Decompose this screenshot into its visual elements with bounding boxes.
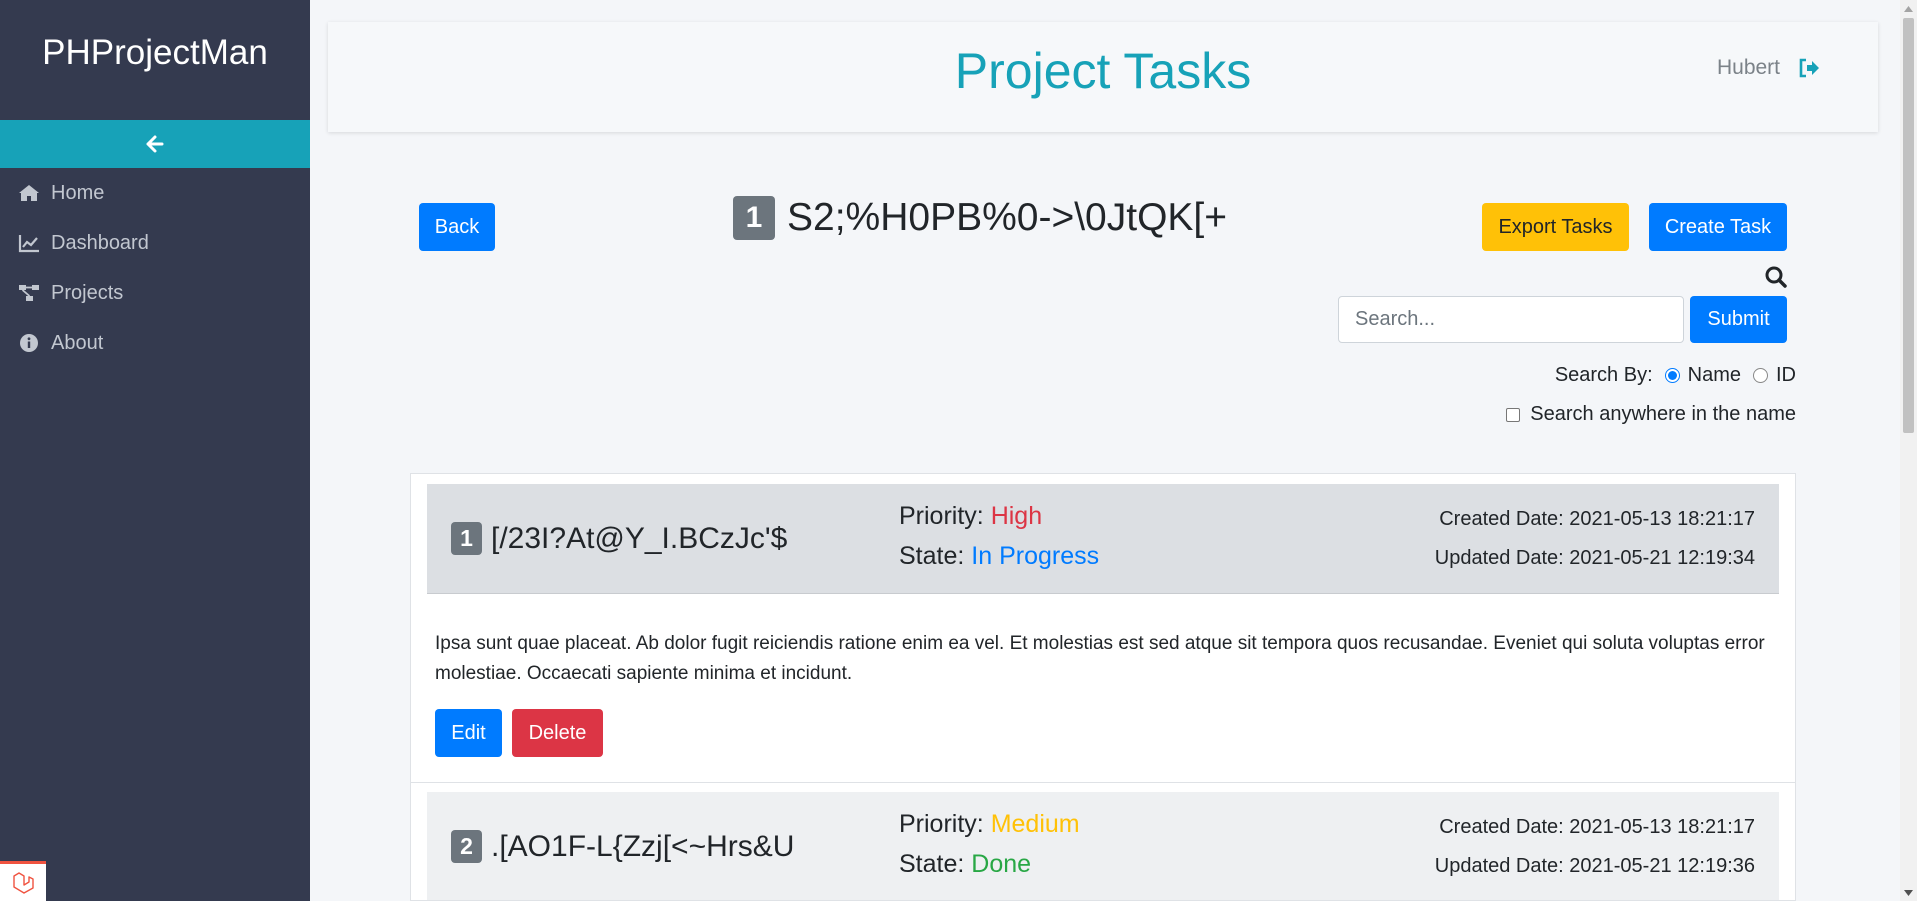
task-name: .[AO1F-L{Zzj[<~Hrs&U [491,829,795,863]
search-icon [1765,266,1787,288]
sidebar-item-about[interactable]: About [0,318,310,368]
task-name: [/23I?At@Y_I.BCzJc'$ [491,521,788,555]
project-title: 1 S2;%H0PB%0->\0JtQK[+ [733,196,1227,240]
export-tasks-button[interactable]: Export Tasks [1482,203,1629,251]
task-created-date: Created Date: 2021-05-13 18:21:17 [1439,816,1755,838]
task-priority-row: Priority: Medium [899,804,1080,844]
task-state: Done [971,850,1032,878]
laravel-debugbar-icon[interactable] [0,861,46,901]
search-input[interactable] [1338,296,1684,343]
task-header[interactable]: 2 .[AO1F-L{Zzj[<~Hrs&U Priority: Medium … [427,792,1779,900]
task-title: 1 [/23I?At@Y_I.BCzJc'$ [451,484,787,593]
search-anywhere-row: Search anywhere in the name [1506,403,1796,426]
project-id-badge: 1 [733,196,775,240]
task-created-date: Created Date: 2021-05-13 18:21:17 [1439,508,1755,530]
priority-label: Priority: [899,810,984,838]
task-state-row: State: Done [899,844,1080,884]
task-id-badge: 2 [451,830,482,863]
sidebar: PHProjectMan Home Dashboard Projects Abo… [0,0,310,901]
page-scrollbar[interactable] [1900,0,1917,901]
scrollbar-thumb[interactable] [1903,18,1914,433]
task-priority: High [990,502,1043,530]
search-submit-button[interactable]: Submit [1690,296,1787,343]
search-anywhere-label: Search anywhere in the name [1530,403,1796,425]
sidebar-collapse-button[interactable] [0,120,310,168]
user-name: Hubert [1716,56,1780,79]
task-priority-row: Priority: High [899,496,1099,536]
task-title: 2 .[AO1F-L{Zzj[<~Hrs&U [451,792,795,900]
radio-search-by-id[interactable] [1753,368,1768,383]
delete-task-button[interactable]: Delete [512,709,603,757]
scroll-down-icon[interactable] [1900,884,1917,901]
chart-line-icon [16,232,42,254]
info-circle-icon [16,332,42,354]
sidebar-item-dashboard[interactable]: Dashboard [0,218,310,268]
sidebar-item-label: Projects [51,281,124,304]
create-task-button[interactable]: Create Task [1649,203,1787,251]
sidebar-item-label: About [51,331,104,354]
project-diagram-icon [16,282,42,304]
sidebar-item-label: Home [51,181,105,204]
task-divider [411,782,1795,783]
task-description: Ipsa sunt quae placeat. Ab dolor fugit r… [435,633,1765,684]
task-header[interactable]: 1 [/23I?At@Y_I.BCzJc'$ Priority: High St… [427,484,1779,594]
sidebar-item-label: Dashboard [51,231,149,254]
state-label: State: [899,542,965,570]
edit-task-button[interactable]: Edit [435,709,502,757]
task-meta: Priority: High State: In Progress [899,496,1099,576]
home-icon [16,182,42,204]
task-dates: Created Date: 2021-05-13 18:21:17 Update… [1435,500,1755,578]
task-updated-date: Updated Date: 2021-05-21 12:19:34 [1434,547,1755,569]
task-meta: Priority: Medium State: Done [899,804,1080,884]
sign-out-icon[interactable] [1798,57,1820,79]
search-by-label: Search By: [1554,364,1653,386]
page-header: Project Tasks Hubert [328,22,1878,132]
task-id-badge: 1 [451,522,482,555]
page-title: Project Tasks [954,43,1252,99]
sidebar-item-projects[interactable]: Projects [0,268,310,318]
task-priority: Medium [990,810,1080,838]
arrow-left-icon [146,135,164,153]
task-updated-date: Updated Date: 2021-05-21 12:19:36 [1434,855,1755,877]
task-state: In Progress [971,542,1100,570]
scroll-up-icon[interactable] [1900,0,1917,17]
search-by-group: Search By: Name ID [1555,364,1796,387]
task-dates: Created Date: 2021-05-13 18:21:17 Update… [1435,808,1755,886]
state-label: State: [899,850,965,878]
priority-label: Priority: [899,502,984,530]
radio-name-label: Name [1687,364,1741,386]
radio-id-label: ID [1776,364,1796,386]
task-list: 1 [/23I?At@Y_I.BCzJc'$ Priority: High St… [410,473,1796,901]
sidebar-item-home[interactable]: Home [0,168,310,218]
brand-title[interactable]: PHProjectMan [0,0,310,120]
radio-search-by-name[interactable] [1664,368,1680,383]
user-menu: Hubert [1717,56,1820,80]
search-anywhere-checkbox[interactable] [1506,407,1521,422]
project-name: S2;%H0PB%0->\0JtQK[+ [787,196,1228,239]
back-button[interactable]: Back [419,203,495,251]
task-state-row: State: In Progress [899,536,1099,576]
